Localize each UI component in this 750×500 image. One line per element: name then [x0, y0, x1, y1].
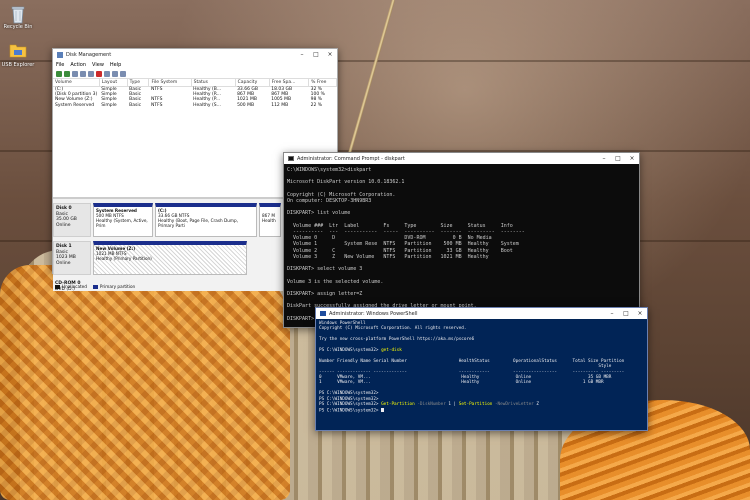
desktop-icon-label: USB Explorer: [1, 62, 35, 68]
table-row[interactable]: System Reserved Simple Basic NTFS Health…: [53, 103, 337, 109]
window-title: Disk Management: [66, 51, 112, 58]
volume-table: Volume Layout Type File System Status Ca…: [53, 79, 337, 108]
menu-file[interactable]: File: [56, 62, 64, 68]
window-title: Administrator: Windows PowerShell: [329, 310, 418, 317]
title-bar[interactable]: Administrator: Command Prompt - diskpart…: [284, 153, 639, 164]
menu-bar: File Action View Help: [53, 60, 337, 69]
close-button[interactable]: ×: [323, 49, 337, 60]
disk-table-output: Number Friendly Name Serial Number Healt…: [319, 358, 625, 386]
menu-help[interactable]: Help: [110, 62, 121, 68]
disk-management-app-icon: [57, 51, 63, 58]
primary-swatch: [92, 285, 98, 289]
cmd-app-icon: [288, 156, 294, 161]
ps-command-set-partition: Set-Partition: [458, 402, 493, 408]
folder-icon: [9, 42, 27, 62]
explore-icon[interactable]: [120, 70, 126, 77]
table-cell: Healthy (S...: [193, 102, 221, 108]
list-icon[interactable]: [88, 70, 94, 77]
window-title: Administrator: Command Prompt - diskpart: [297, 155, 405, 162]
open-icon[interactable]: [112, 70, 118, 77]
command-prompt-window[interactable]: Administrator: Command Prompt - diskpart…: [283, 152, 640, 328]
recycle-bin-icon: [9, 4, 27, 24]
column-header[interactable]: Type: [127, 79, 150, 87]
maximize-button[interactable]: □: [619, 308, 633, 319]
maximize-button[interactable]: □: [309, 49, 323, 60]
menu-action[interactable]: Action: [70, 62, 86, 68]
forward-arrow-icon[interactable]: [64, 70, 70, 77]
minimize-button[interactable]: –: [597, 153, 611, 164]
table-cell: 112 MB: [271, 102, 289, 108]
minimize-button[interactable]: –: [605, 308, 619, 319]
delete-icon[interactable]: [96, 70, 102, 77]
disk-0-label[interactable]: Disk 0 Basic 35.00 GB Online: [53, 203, 91, 237]
table-cell: 22 %: [310, 102, 323, 108]
back-arrow-icon[interactable]: [56, 70, 62, 77]
ps-param-disknumber: -DiskNumber: [417, 402, 446, 408]
disk-state: Online: [56, 260, 71, 266]
check-icon[interactable]: [104, 70, 110, 77]
column-header[interactable]: Capacity: [235, 79, 270, 87]
column-header[interactable]: Layout: [99, 79, 128, 87]
powershell-app-icon: [320, 311, 326, 316]
ps-param-newdriveletter: -NewDriveLetter: [494, 402, 534, 408]
knitted-fabric: [0, 265, 290, 500]
table-header-row: Volume Layout Type File System Status Ca…: [53, 79, 337, 87]
help-icon[interactable]: [80, 70, 86, 77]
column-header[interactable]: Volume: [53, 79, 100, 87]
column-header[interactable]: Status: [191, 79, 236, 87]
minimize-button[interactable]: –: [295, 49, 309, 60]
table-cell: NTFS: [150, 102, 163, 108]
legend-unallocated: Unallocated: [55, 284, 87, 289]
disk-state: Online: [56, 222, 71, 228]
properties-icon[interactable]: [72, 70, 78, 77]
table-cell: Basic: [129, 102, 142, 108]
ps-prompt: PS C:\WINDOWS\system32>: [319, 402, 379, 408]
toolbar: [53, 69, 337, 79]
table-cell: System Reserved: [55, 102, 95, 108]
title-bar[interactable]: Administrator: Windows PowerShell – □ ×: [316, 308, 647, 319]
column-header[interactable]: % Free: [308, 79, 337, 87]
legend: Unallocated Primary partition: [55, 284, 135, 289]
legend-label: Primary partition: [99, 284, 136, 289]
ps-prompt: PS C:\WINDOWS\system32>: [319, 396, 379, 402]
desktop-icon-label: Recycle Bin: [3, 24, 33, 30]
partition-status: Health: [262, 218, 276, 223]
ps-driveletter-value: Z: [533, 402, 539, 408]
maximize-button[interactable]: □: [611, 153, 625, 164]
console-output[interactable]: Windows PowerShell Copyright (C) Microso…: [316, 319, 647, 431]
close-button[interactable]: ×: [633, 308, 647, 319]
title-bar[interactable]: Disk Management – □ ×: [53, 49, 337, 60]
legend-label: Unallocated: [62, 284, 87, 289]
partition-status: Healthy (Primary Partition): [96, 256, 152, 261]
table-cell: Simple: [101, 102, 117, 108]
close-button[interactable]: ×: [625, 153, 639, 164]
partition-status: Healthy (System, Active, Prim: [96, 218, 148, 228]
desktop-icon-usb-explorer[interactable]: USB Explorer: [0, 42, 36, 68]
ps-command-get-disk: get-disk: [381, 348, 402, 354]
menu-view[interactable]: View: [92, 62, 104, 68]
partition-status: Healthy (Boot, Page File, Crash Dump, Pr…: [158, 218, 238, 228]
powershell-window[interactable]: Administrator: Windows PowerShell – □ × …: [315, 307, 648, 431]
console-output[interactable]: C:\WINDOWS\system32>diskpart Microsoft D…: [284, 164, 639, 328]
partition-c[interactable]: (C:) 33.66 GB NTFS Healthy (Boot, Page F…: [155, 203, 257, 237]
ps-command-get-partition: Get-Partition: [381, 402, 415, 408]
column-header[interactable]: Free Spa...: [269, 79, 310, 87]
table-cell: 500 MB: [237, 102, 255, 108]
unallocated-swatch: [55, 285, 60, 289]
desktop-icon-recycle-bin[interactable]: Recycle Bin: [0, 4, 36, 30]
column-header[interactable]: File System: [148, 79, 192, 87]
disk-1-label[interactable]: Disk 1 Basic 1023 MB Online: [53, 241, 91, 275]
ps-prompt: PS C:\WINDOWS\system32>: [319, 391, 379, 397]
text-cursor: [381, 407, 385, 412]
ps-disknumber-value: 1 |: [445, 402, 459, 408]
partition-new-volume-z[interactable]: New Volume (Z:) 1021 MB NTFS Healthy (Pr…: [93, 241, 247, 275]
partition-system-reserved[interactable]: System Reserved 500 MB NTFS Healthy (Sys…: [93, 203, 153, 237]
table-cell: New Volume (Z:): [55, 97, 93, 103]
ps-prompt: PS C:\WINDOWS\system32>: [319, 408, 379, 413]
partition-recovery[interactable]: 867 M Health: [259, 203, 281, 237]
legend-primary: Primary partition: [92, 284, 136, 289]
